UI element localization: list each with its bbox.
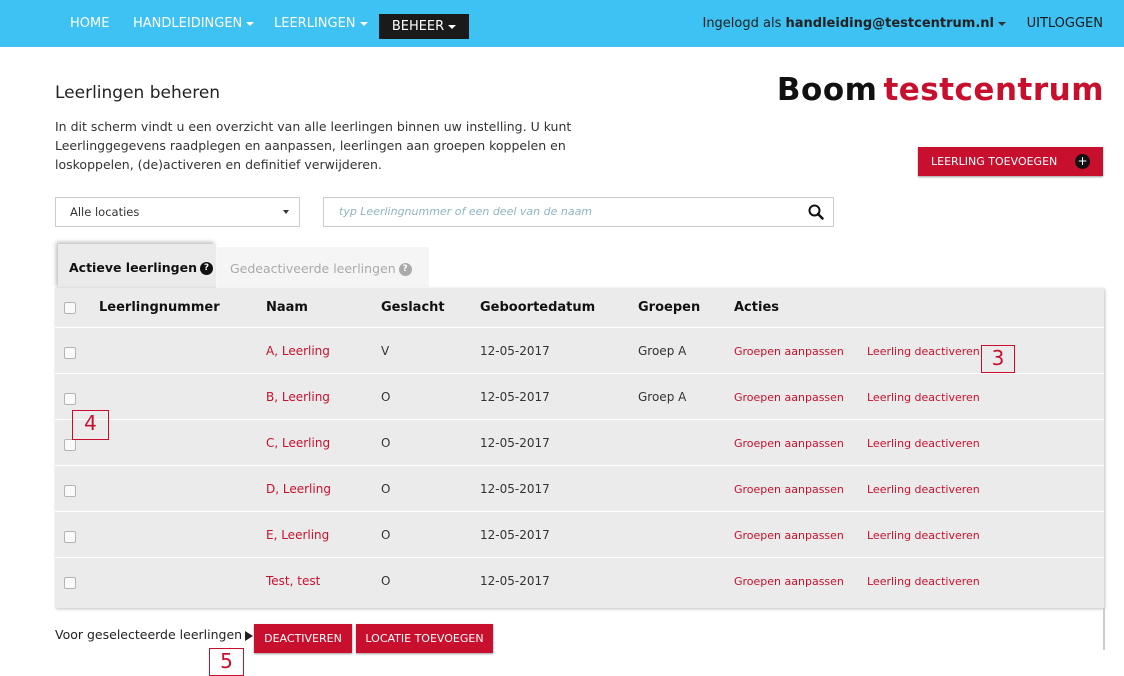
dropdown-arrow-icon: [283, 210, 289, 214]
help-icon[interactable]: ?: [200, 262, 213, 275]
logo-part-testcentrum: testcentrum: [883, 72, 1104, 108]
nav-handleidingen-label: HANDLEIDINGEN: [133, 16, 243, 31]
annotation-marker-4: 4: [72, 410, 109, 440]
page-title: Leerlingen beheren: [55, 83, 221, 103]
student-gender: O: [381, 528, 391, 542]
nav-beheer[interactable]: BEHEER: [379, 14, 469, 39]
caret-down-icon: [998, 21, 1006, 26]
edit-groups-link[interactable]: Groepen aanpassen: [734, 483, 844, 496]
col-acties: Acties: [734, 300, 779, 315]
add-student-label: LEERLING TOEVOEGEN: [931, 155, 1058, 168]
logo-part-boom: Boom: [776, 72, 878, 108]
row-checkbox[interactable]: [64, 577, 76, 589]
caret-down-icon: [246, 21, 255, 26]
tab-inactive-students[interactable]: Gedeactiveerde leerlingen?: [217, 247, 429, 287]
caret-down-icon: [448, 24, 457, 29]
help-icon[interactable]: ?: [398, 263, 412, 276]
row-checkbox[interactable]: [64, 439, 76, 451]
student-gender: O: [381, 390, 391, 404]
arrow-right-icon: [245, 630, 254, 641]
nav-home[interactable]: HOME: [70, 0, 109, 47]
student-dob: 12-05-2017: [480, 344, 550, 358]
student-group: Groep A: [638, 390, 687, 404]
deactivate-student-link[interactable]: Leerling deactiveren: [867, 575, 980, 588]
student-gender: O: [381, 482, 391, 496]
tab-inactive-label: Gedeactiveerde leerlingen: [230, 261, 396, 276]
student-dob: 12-05-2017: [480, 482, 550, 496]
student-name-link[interactable]: A, Leerling: [266, 344, 330, 358]
edit-groups-link[interactable]: Groepen aanpassen: [734, 575, 844, 588]
student-name-link[interactable]: D, Leerling: [266, 482, 331, 496]
student-gender: O: [381, 436, 391, 450]
brand-logo: Boom testcentrum: [777, 72, 1104, 108]
deactivate-student-link[interactable]: Leerling deactiveren: [867, 483, 980, 496]
col-leerlingnummer: Leerlingnummer: [99, 300, 220, 315]
table-header: Leerlingnummer Naam Geslacht Geboortedat…: [55, 288, 1104, 328]
table-row: B, Leerling O 12-05-2017 Groep A Groepen…: [55, 373, 1104, 420]
top-navbar: HOME HANDLEIDINGEN LEERLINGEN BEHEER Ing…: [0, 0, 1124, 47]
location-select[interactable]: Alle locaties: [55, 197, 300, 227]
col-groepen: Groepen: [638, 300, 701, 315]
student-gender: V: [381, 344, 390, 358]
deactivate-student-link[interactable]: Leerling deactiveren: [867, 437, 980, 450]
deactivate-student-link[interactable]: Leerling deactiveren: [867, 529, 980, 542]
table-row: C, Leerling O 12-05-2017 Groepen aanpass…: [55, 419, 1104, 466]
student-dob: 12-05-2017: [480, 528, 550, 542]
search-input[interactable]: typ Leerlingnummer of een deel van de na…: [323, 197, 834, 227]
user-email: handleiding@testcentrum.nl: [785, 16, 994, 31]
deactivate-student-link[interactable]: Leerling deactiveren: [867, 345, 980, 358]
table-row: E, Leerling O 12-05-2017 Groepen aanpass…: [55, 511, 1104, 558]
table-row: Test, test O 12-05-2017 Groepen aanpasse…: [55, 557, 1104, 604]
nav-leerlingen-label: LEERLINGEN: [274, 16, 356, 31]
student-group: Groep A: [638, 344, 687, 358]
col-geslacht: Geslacht: [381, 300, 445, 315]
page-intro: In dit scherm vindt u een overzicht van …: [55, 119, 572, 172]
student-name-link[interactable]: C, Leerling: [266, 436, 330, 450]
deactivate-student-link[interactable]: Leerling deactiveren: [867, 391, 980, 404]
plus-icon: +: [1075, 154, 1090, 169]
edit-groups-link[interactable]: Groepen aanpassen: [734, 391, 844, 404]
table-row: D, Leerling O 12-05-2017 Groepen aanpass…: [55, 465, 1104, 512]
magnifier-icon[interactable]: [807, 203, 825, 221]
col-geboortedatum: Geboortedatum: [480, 300, 596, 315]
select-all-checkbox[interactable]: [64, 302, 76, 314]
search-placeholder: typ Leerlingnummer of een deel van de na…: [339, 205, 593, 218]
students-table: Leerlingnummer Naam Geslacht Geboortedat…: [55, 288, 1104, 608]
nav-leerlingen[interactable]: LEERLINGEN: [274, 0, 368, 47]
bulk-actions-text: Voor geselecteerde leerlingen: [55, 627, 243, 642]
scroll-edge: [1103, 608, 1105, 650]
caret-down-icon: [359, 21, 368, 26]
student-name-link[interactable]: Test, test: [266, 574, 320, 588]
annotation-marker-5: 5: [209, 648, 244, 676]
student-name-link[interactable]: B, Leerling: [266, 390, 330, 404]
student-dob: 12-05-2017: [480, 436, 550, 450]
row-checkbox[interactable]: [64, 485, 76, 497]
logged-in-label: Ingelogd als: [702, 16, 782, 31]
row-checkbox[interactable]: [64, 347, 76, 359]
student-gender: O: [381, 574, 391, 588]
add-location-button[interactable]: LOCATIE TOEVOEGEN: [356, 624, 493, 653]
row-checkbox[interactable]: [64, 393, 76, 405]
add-student-button[interactable]: LEERLING TOEVOEGEN +: [918, 147, 1103, 176]
row-checkbox[interactable]: [64, 531, 76, 543]
edit-groups-link[interactable]: Groepen aanpassen: [734, 529, 844, 542]
nav-beheer-label: BEHEER: [391, 19, 445, 34]
user-menu[interactable]: Ingelogd als handleiding@testcentrum.nl: [702, 0, 1006, 47]
tab-active-label: Actieve leerlingen: [69, 260, 197, 275]
logout-link[interactable]: UITLOGGEN: [1027, 0, 1103, 47]
student-name-link[interactable]: E, Leerling: [266, 528, 329, 542]
student-dob: 12-05-2017: [480, 390, 550, 404]
annotation-marker-3: 3: [981, 345, 1015, 373]
nav-handleidingen[interactable]: HANDLEIDINGEN: [133, 0, 255, 47]
bulk-actions-label: Voor geselecteerde leerlingen: [55, 627, 254, 642]
deactivate-button[interactable]: DEACTIVEREN: [254, 624, 352, 653]
col-naam: Naam: [266, 300, 308, 315]
location-select-value: Alle locaties: [70, 205, 140, 219]
edit-groups-link[interactable]: Groepen aanpassen: [734, 437, 844, 450]
table-row: A, Leerling V 12-05-2017 Groep A Groepen…: [55, 327, 1104, 374]
edit-groups-link[interactable]: Groepen aanpassen: [734, 345, 844, 358]
student-dob: 12-05-2017: [480, 574, 550, 588]
tab-active-students[interactable]: Actieve leerlingen?: [58, 244, 216, 289]
